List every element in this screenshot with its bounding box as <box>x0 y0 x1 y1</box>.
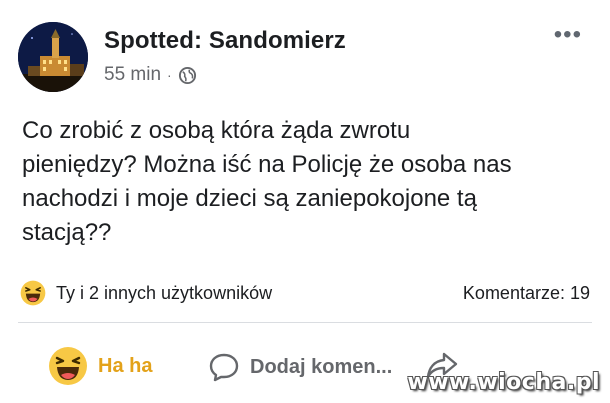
haha-reaction-icon <box>20 280 46 306</box>
post-card: Spotted: Sandomierz 55 min · ••• Co zrob… <box>0 0 610 403</box>
actions-divider <box>18 322 592 323</box>
watermark: www.wiocha.pl <box>407 370 600 395</box>
post-time[interactable]: 55 min <box>104 64 161 86</box>
meta-separator: · <box>167 67 172 83</box>
globe-icon <box>178 66 196 84</box>
haha-button[interactable]: Ha ha <box>48 346 152 386</box>
reactions-summary[interactable]: Ty i 2 innych użytkowników <box>20 280 272 306</box>
reactions-text: Ty i 2 innych użytkowników <box>56 282 273 303</box>
town-hall-night-image <box>18 22 88 92</box>
haha-button-label: Ha ha <box>98 354 153 377</box>
more-options-button[interactable]: ••• <box>554 23 582 47</box>
post-meta: 55 min · <box>104 64 197 86</box>
comments-count[interactable]: Komentarze: 19 <box>463 283 590 304</box>
haha-reaction-icon <box>49 347 87 385</box>
page-name[interactable]: Spotted: Sandomierz <box>104 27 346 55</box>
post-text: Co zrobić z osobą która żąda zwrotu pien… <box>22 117 512 246</box>
comment-button-label: Dodaj komen... <box>250 355 393 378</box>
comment-button[interactable]: Dodaj komen... <box>208 352 392 382</box>
page-avatar[interactable] <box>18 22 88 92</box>
comment-bubble-icon <box>209 353 239 382</box>
